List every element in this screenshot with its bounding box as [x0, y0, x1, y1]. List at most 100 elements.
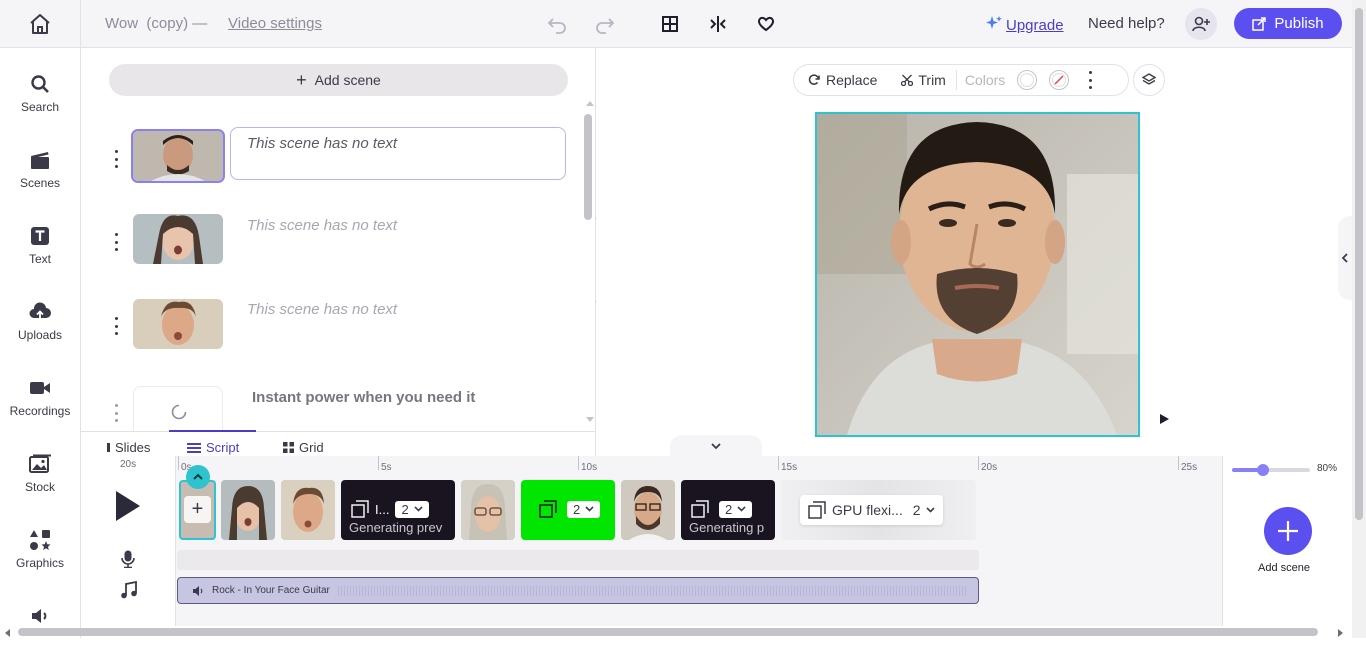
- portrait-image: [817, 114, 1138, 435]
- clip-info[interactable]: 2: [683, 496, 760, 522]
- undo-icon[interactable]: [545, 12, 569, 36]
- list-icon: [187, 442, 201, 453]
- zoom-slider[interactable]: [1232, 464, 1310, 476]
- project-title[interactable]: Wow (copy) —: [105, 15, 207, 32]
- replace-button[interactable]: Replace: [808, 72, 877, 88]
- media-layers-icon: [351, 500, 369, 518]
- refresh-icon: [808, 74, 820, 85]
- timeline-clip[interactable]: [621, 480, 675, 540]
- tab-slides[interactable]: Slides: [107, 440, 150, 455]
- grid-icon: [283, 442, 294, 453]
- script-panel: + Add scene This scene has no text This …: [81, 48, 616, 456]
- layer-count-dropdown[interactable]: 2: [913, 502, 935, 518]
- collapse-right-button[interactable]: [1338, 216, 1352, 300]
- split-icon[interactable]: [706, 12, 730, 36]
- audio-track[interactable]: Rock - In Your Face Guitar: [177, 577, 979, 604]
- color-swatch-none[interactable]: [1049, 70, 1070, 90]
- help-link[interactable]: Need help?: [1088, 15, 1165, 32]
- clip-info[interactable]: I... 2: [343, 496, 437, 522]
- preview-panel: Replace Trim Colors: [597, 48, 1352, 457]
- timeline-clip[interactable]: [461, 480, 515, 540]
- sparkle-icon: [986, 15, 1002, 35]
- divider: [80, 0, 81, 48]
- loading-spinner-icon: [171, 404, 187, 420]
- scene-text[interactable]: This scene has no text: [247, 301, 397, 318]
- tab-script[interactable]: Script: [187, 440, 239, 455]
- scene-menu-icon[interactable]: [113, 150, 119, 168]
- layer-count-dropdown[interactable]: 2: [567, 500, 601, 518]
- scene-thumbnail[interactable]: [131, 129, 225, 183]
- scene-menu-icon[interactable]: [113, 233, 119, 251]
- trim-button[interactable]: Trim: [901, 72, 946, 88]
- microphone-icon[interactable]: [121, 550, 135, 573]
- sidebar-item-uploads[interactable]: Uploads: [0, 296, 80, 356]
- scene-menu-icon[interactable]: [113, 404, 119, 422]
- play-preview-icon[interactable]: [1157, 412, 1171, 431]
- left-sidebar: Search Scenes Text Uploads Recordings St…: [0, 48, 81, 638]
- scene-text-field[interactable]: This scene has no text: [230, 127, 566, 180]
- layers-button[interactable]: [1133, 64, 1165, 96]
- publish-label: Publish: [1274, 15, 1324, 32]
- vertical-scrollbar-thumb[interactable]: [1355, 8, 1363, 520]
- media-layers-icon: [691, 500, 709, 518]
- clip-info[interactable]: 2: [531, 496, 608, 522]
- play-button[interactable]: [115, 490, 141, 527]
- scroll-up-arrow[interactable]: [586, 101, 594, 106]
- script-scrollbar[interactable]: [584, 114, 592, 220]
- grid-layout-icon[interactable]: [658, 12, 682, 36]
- scroll-down-arrow[interactable]: [586, 417, 594, 422]
- insert-scene-icon[interactable]: +: [184, 496, 211, 523]
- scene-menu-icon[interactable]: [113, 317, 119, 335]
- upgrade-link[interactable]: Upgrade: [986, 15, 1064, 35]
- more-options-icon[interactable]: [1087, 71, 1093, 89]
- scene-thumbnail[interactable]: [133, 299, 223, 349]
- scene-thumbnail[interactable]: [133, 214, 223, 264]
- zoom-slider-handle[interactable]: [1257, 464, 1270, 476]
- tab-label: Slides: [115, 440, 151, 455]
- clip-caption: Generating p: [689, 520, 765, 535]
- tab-grid[interactable]: Grid: [283, 440, 324, 455]
- scroll-right-arrow[interactable]: [1338, 629, 1343, 637]
- scene-text[interactable]: This scene has no text: [247, 217, 397, 234]
- speaker-icon: [193, 585, 203, 596]
- sidebar-item-stock[interactable]: Stock: [0, 448, 80, 508]
- clip-caption: Generating prev: [349, 520, 443, 535]
- clip-info[interactable]: GPU flexi... 2: [800, 495, 943, 525]
- timeline-clip[interactable]: [221, 480, 275, 540]
- home-icon[interactable]: [26, 12, 54, 36]
- sidebar-item-scenes[interactable]: Scenes: [0, 144, 80, 204]
- voiceover-track[interactable]: [177, 550, 979, 570]
- chevron-down-icon: [711, 443, 721, 450]
- invite-user-button[interactable]: [1185, 8, 1217, 40]
- playhead-handle[interactable]: [186, 465, 210, 489]
- music-note-icon[interactable]: [120, 580, 138, 604]
- layer-count-dropdown[interactable]: 2: [719, 500, 753, 518]
- timeline-clip-selected[interactable]: +: [179, 480, 216, 540]
- scroll-left-arrow[interactable]: [5, 629, 10, 637]
- chevron-down-icon: [414, 506, 423, 512]
- timeline-clip[interactable]: [281, 480, 335, 540]
- sidebar-item-graphics[interactable]: Graphics: [0, 524, 80, 584]
- video-settings-link[interactable]: Video settings: [228, 15, 322, 32]
- horizontal-scrollbar[interactable]: [18, 628, 1318, 636]
- redo-icon[interactable]: [593, 12, 617, 36]
- sidebar-item-search[interactable]: Search: [0, 68, 80, 128]
- add-scene-fab[interactable]: [1264, 507, 1312, 555]
- sidebar-item-text[interactable]: Text: [0, 220, 80, 280]
- sidebar-item-recordings[interactable]: Recordings: [0, 372, 80, 432]
- ruler-label: 25s: [1181, 462, 1198, 473]
- heart-icon[interactable]: [754, 12, 778, 36]
- video-canvas[interactable]: [815, 112, 1140, 437]
- colors-button[interactable]: Colors: [965, 72, 1005, 88]
- publish-button[interactable]: Publish: [1234, 8, 1342, 39]
- scene-thumbnail-loading[interactable]: [133, 386, 223, 431]
- add-scene-fab-label: Add scene: [1258, 562, 1310, 574]
- scene-text[interactable]: Instant power when you need it: [252, 389, 475, 406]
- layer-count-dropdown[interactable]: 2: [395, 500, 429, 518]
- speaker-icon: [28, 604, 52, 628]
- image-icon: [28, 452, 52, 476]
- add-scene-button[interactable]: + Add scene: [109, 64, 568, 96]
- color-swatch-white[interactable]: [1017, 70, 1038, 90]
- sidebar-item-label: Text: [28, 252, 51, 266]
- collapse-timeline-button[interactable]: [670, 435, 762, 457]
